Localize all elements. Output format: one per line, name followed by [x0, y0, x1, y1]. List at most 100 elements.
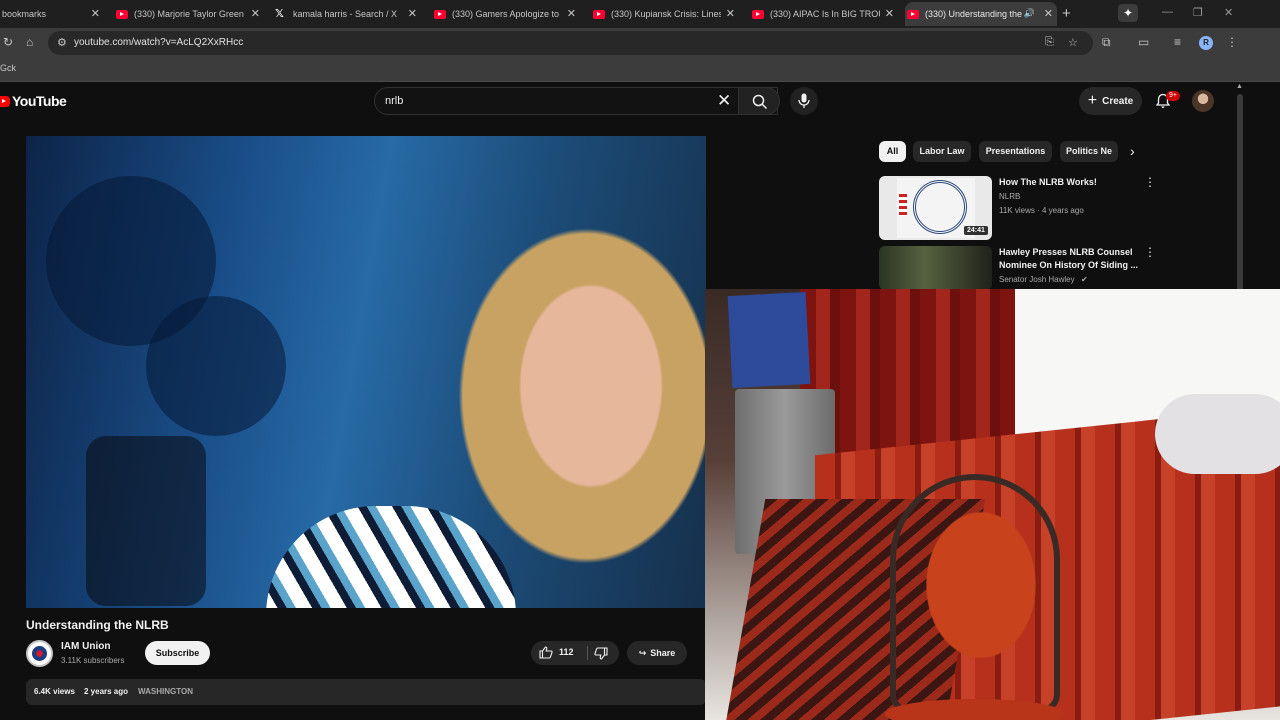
chip-presentations[interactable]: Presentations: [979, 141, 1052, 162]
close-icon[interactable]: ✕: [567, 7, 576, 20]
tab-title: bookmarks: [2, 9, 47, 19]
plus-icon: +: [1087, 92, 1098, 109]
tab-title: (330) Kupiansk Crisis: Lines Bu: [611, 9, 721, 19]
search-icon: [752, 94, 768, 110]
recommendation-item[interactable]: 24:41 How The NLRB Works! NLRB 11K views…: [879, 176, 1169, 240]
minimize-icon[interactable]: —: [1162, 6, 1173, 18]
youtube-icon: [434, 9, 446, 19]
account-avatar[interactable]: [1192, 90, 1214, 112]
channel-name[interactable]: IAM Union: [61, 641, 110, 652]
close-icon[interactable]: ✕: [251, 7, 260, 20]
create-label: Create: [1102, 95, 1134, 107]
create-button[interactable]: + Create: [1079, 87, 1142, 115]
tab-title: kamala harris - Search / X: [293, 9, 398, 19]
scrollbar-thumb[interactable]: [1237, 94, 1243, 294]
url-text: youtube.com/watch?v=AcLQ2XxRHcc: [74, 37, 244, 48]
divider: [587, 646, 588, 660]
video-thumbnail[interactable]: [879, 246, 992, 290]
chip-politics-news[interactable]: Politics Ne: [1060, 141, 1118, 162]
more-options-icon[interactable]: ⋮: [1144, 176, 1156, 188]
search-box[interactable]: nrlb ✕: [374, 87, 778, 115]
tab-title: (330) Marjorie Taylor Greene S: [134, 9, 244, 19]
bookmark-star-icon[interactable]: ☆: [1068, 36, 1078, 49]
tab-understanding-nlrb[interactable]: (330) Understanding the N 🔊 ✕: [905, 2, 1057, 26]
profile-avatar[interactable]: R: [1199, 36, 1213, 50]
more-options-icon[interactable]: ⋮: [1144, 246, 1156, 258]
close-icon[interactable]: ✕: [1044, 7, 1053, 20]
sparkle-icon[interactable]: ✦: [1118, 4, 1138, 22]
youtube-logo[interactable]: YouTube: [0, 93, 67, 109]
tab-title: (330) Gamers Apologize to Fo: [452, 9, 562, 19]
tab-title: (330) AIPAC Is In BIG TROUBLE: [770, 9, 880, 19]
upload-age: 2 years ago: [84, 687, 129, 696]
reload-icon[interactable]: ↻: [3, 35, 13, 49]
hashtag[interactable]: WASHINGTON: [138, 687, 193, 696]
close-icon[interactable]: ✕: [408, 7, 417, 20]
search-input[interactable]: nrlb: [385, 95, 403, 107]
recommendation-title: How The NLRB Works!: [999, 177, 1097, 187]
install-icon[interactable]: ⎘: [1045, 36, 1054, 49]
pillow: [1155, 394, 1280, 474]
background-gear: [146, 296, 286, 436]
youtube-icon: [752, 9, 764, 19]
voice-search-button[interactable]: [790, 87, 818, 115]
youtube-icon: [116, 9, 128, 19]
tab-bookmarks[interactable]: bookmarks ✕: [0, 2, 104, 26]
menu-kebab-icon[interactable]: ⋮: [1226, 35, 1238, 49]
video-player[interactable]: [26, 136, 706, 608]
view-count: 6.4K views: [34, 687, 75, 696]
notification-badge: 9+: [1166, 91, 1180, 101]
bookmark-item[interactable]: Gck: [0, 63, 16, 73]
scroll-up-icon[interactable]: ▲: [1236, 83, 1243, 90]
tab-x-search[interactable]: 𝕏 kamala harris - Search / X ✕: [273, 2, 421, 26]
tab-mtg[interactable]: (330) Marjorie Taylor Greene S ✕: [114, 2, 264, 26]
chip-labor-law[interactable]: Labor Law: [913, 141, 971, 162]
flag-image: [899, 194, 907, 216]
webcam-overlay: [705, 289, 1280, 720]
recommendation-channel: NLRB: [999, 192, 1021, 201]
verified-icon: ✔: [1081, 275, 1088, 284]
subscribe-button[interactable]: Subscribe: [145, 641, 210, 665]
youtube-wordmark: YouTube: [12, 93, 67, 109]
side-panel-icon[interactable]: ▭: [1138, 35, 1149, 49]
channel-avatar[interactable]: [26, 640, 53, 667]
video-title: Understanding the NLRB: [26, 618, 169, 632]
close-icon[interactable]: ✕: [726, 7, 735, 20]
window-close-icon[interactable]: ✕: [1224, 6, 1233, 19]
youtube-icon: [593, 9, 605, 19]
address-bar[interactable]: ⚙ youtube.com/watch?v=AcLQ2XxRHcc ⎘ ☆: [48, 31, 1093, 55]
tab-kupiansk[interactable]: (330) Kupiansk Crisis: Lines Bu ✕: [591, 2, 739, 26]
bookmarks-bar: Gck: [0, 58, 1280, 82]
youtube-icon: [907, 9, 919, 19]
recommendation-channel: Senator Josh Hawley: [999, 275, 1075, 284]
chevron-right-icon[interactable]: ›: [1130, 143, 1135, 159]
extensions-icon[interactable]: ⧉: [1102, 35, 1111, 50]
share-button[interactable]: ↪ Share: [627, 641, 687, 665]
tab-gamers[interactable]: (330) Gamers Apologize to Fo ✕: [432, 2, 580, 26]
x-icon: 𝕏: [275, 7, 284, 20]
home-icon[interactable]: ⌂: [26, 35, 33, 49]
beverage-box: [727, 292, 811, 388]
share-label: Share: [650, 648, 676, 658]
maximize-icon[interactable]: ❐: [1193, 6, 1203, 19]
thumbs-down-icon[interactable]: [594, 647, 608, 660]
media-controls-icon[interactable]: ≡: [1174, 35, 1181, 49]
subscriber-count: 3.11K subscribers: [61, 656, 125, 665]
youtube-play-icon: [0, 95, 10, 107]
tab-aipac[interactable]: (330) AIPAC Is In BIG TROUBLE ✕: [750, 2, 898, 26]
search-button[interactable]: [738, 87, 780, 115]
like-dislike-group: 112: [531, 641, 619, 665]
clear-icon[interactable]: ✕: [717, 92, 731, 110]
browser-toolbar: ↻ ⌂ ⚙ youtube.com/watch?v=AcLQ2XxRHcc ⎘ …: [0, 28, 1280, 58]
like-count: 112: [559, 647, 574, 657]
site-info-icon[interactable]: ⚙: [57, 36, 67, 49]
new-tab-button[interactable]: +: [1062, 5, 1071, 22]
chip-all[interactable]: All: [879, 141, 906, 162]
close-icon[interactable]: ✕: [885, 7, 894, 20]
description-box[interactable]: 6.4K views 2 years ago WASHINGTON: [26, 679, 706, 705]
speaker-icon[interactable]: 🔊: [1024, 8, 1035, 19]
chair-back: [890, 474, 1060, 714]
microphone-icon: [798, 93, 810, 108]
close-icon[interactable]: ✕: [91, 7, 100, 20]
thumbs-up-icon[interactable]: [539, 646, 553, 659]
